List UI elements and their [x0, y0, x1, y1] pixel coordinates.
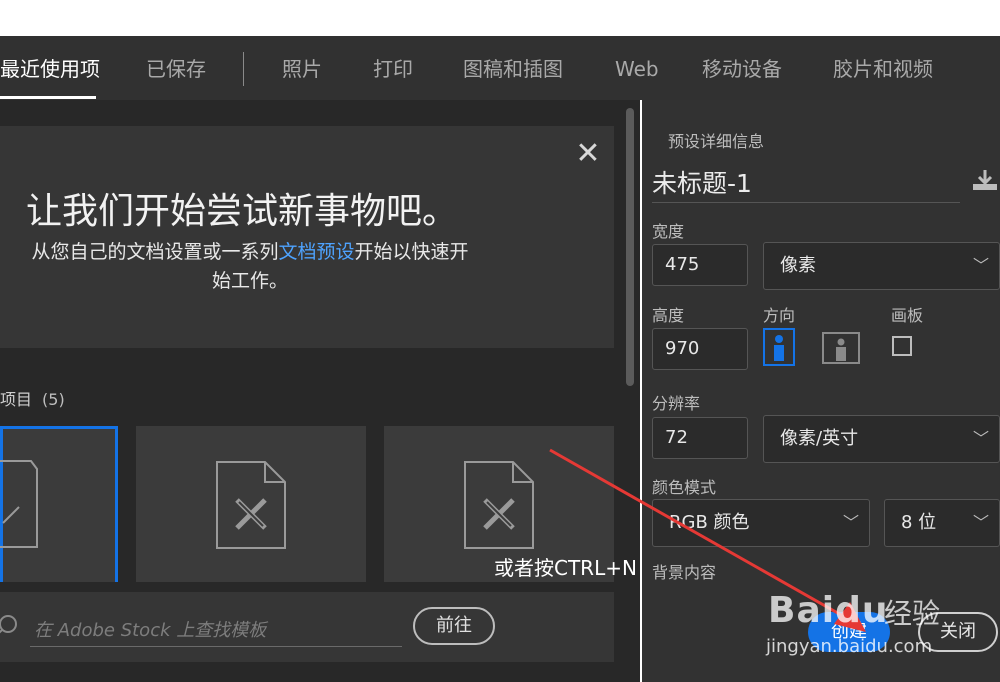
stock-search-bar: 在 Adobe Stock 上查找模板 前往: [0, 592, 614, 662]
color-mode-value: RGB 颜色: [669, 512, 750, 533]
resolution-unit-select[interactable]: 像素/英寸 ﹀: [763, 415, 1000, 463]
document-pen-icon: [464, 461, 534, 549]
orientation-label: 方向: [763, 306, 796, 325]
width-input[interactable]: 475: [652, 244, 748, 286]
welcome-title: 让我们开始尝试新事物吧。: [25, 191, 458, 232]
document-pen-icon: [216, 461, 286, 549]
background-contents-label: 背景内容: [652, 563, 717, 582]
resolution-label: 分辨率: [652, 394, 701, 413]
tab-film-video[interactable]: 胶片和视频: [833, 36, 933, 98]
recent-item-card-selected[interactable]: [0, 426, 118, 582]
recent-items-header: 项目 (5): [0, 386, 65, 410]
watermark-logo: Baidu: [768, 590, 889, 631]
width-unit-value: 像素: [780, 255, 816, 276]
height-input[interactable]: 970: [652, 328, 748, 370]
width-unit-select[interactable]: 像素 ﹀: [763, 242, 1000, 290]
portrait-icon: [774, 335, 784, 361]
tab-web[interactable]: Web: [615, 36, 659, 98]
top-margin: [0, 0, 1000, 36]
landscape-orientation-button[interactable]: [822, 332, 860, 364]
width-label: 宽度: [652, 222, 685, 241]
go-button[interactable]: 前往: [413, 607, 495, 645]
welcome-desc-text: 从您自己的文档设置或一系列: [31, 241, 279, 263]
height-label: 高度: [652, 306, 685, 325]
welcome-description: 从您自己的文档设置或一系列文档预设开始以快速开始工作。: [30, 238, 470, 296]
tab-photo[interactable]: 照片: [282, 36, 322, 98]
preset-details-header: 预设详细信息: [668, 132, 765, 151]
bit-depth-select[interactable]: 8 位 ﹀: [884, 499, 1000, 547]
chevron-down-icon: ﹀: [972, 256, 989, 275]
annotation-text: 或者按CTRL+N: [494, 556, 637, 580]
watermark-url: jingyan.baidu.com: [766, 636, 933, 657]
color-mode-label: 颜色模式: [652, 478, 717, 497]
tab-print[interactable]: 打印: [373, 36, 413, 98]
search-icon: [0, 615, 17, 634]
scrollbar[interactable]: [626, 108, 634, 386]
document-name-input[interactable]: 未标题-1: [652, 164, 752, 200]
active-tab-indicator: [0, 96, 96, 99]
chevron-down-icon: ﹀: [972, 429, 989, 448]
tab-saved[interactable]: 已保存: [146, 36, 206, 98]
tab-divider: [243, 52, 244, 86]
artboard-checkbox[interactable]: [892, 336, 912, 356]
color-mode-select[interactable]: RGB 颜色 ﹀: [652, 499, 870, 547]
save-preset-icon[interactable]: [972, 170, 998, 192]
watermark-logo-cn: 经验: [884, 597, 941, 630]
document-name-underline: [652, 202, 960, 203]
document-presets-link[interactable]: 文档预设: [278, 241, 354, 263]
resolution-input[interactable]: 72: [652, 417, 748, 459]
bit-depth-value: 8 位: [901, 512, 937, 533]
search-underline: [30, 646, 402, 647]
resolution-unit-value: 像素/英寸: [780, 428, 859, 449]
chevron-down-icon: ﹀: [972, 513, 989, 532]
artboard-label: 画板: [891, 306, 924, 325]
tab-art-illustration[interactable]: 图稿和插图: [463, 36, 563, 98]
portrait-orientation-button[interactable]: [763, 328, 795, 366]
tab-mobile[interactable]: 移动设备: [702, 36, 782, 98]
recent-items-label: 项目: [0, 390, 33, 409]
landscape-icon: [836, 338, 846, 361]
document-icon: [0, 460, 38, 548]
preset-tab-bar: 最近使用项 已保存 照片 打印 图稿和插图 Web 移动设备 胶片和视频: [0, 36, 1000, 100]
recent-item-card[interactable]: [136, 426, 366, 582]
welcome-panel: 让我们开始尝试新事物吧。 从您自己的文档设置或一系列文档预设开始以快速开始工作。…: [0, 126, 614, 348]
stock-search-input[interactable]: 在 Adobe Stock 上查找模板: [34, 616, 266, 642]
tab-recent[interactable]: 最近使用项: [0, 36, 100, 98]
close-icon[interactable]: ✕: [574, 139, 602, 169]
recent-items-count: (5): [42, 390, 65, 409]
chevron-down-icon: ﹀: [842, 513, 859, 532]
